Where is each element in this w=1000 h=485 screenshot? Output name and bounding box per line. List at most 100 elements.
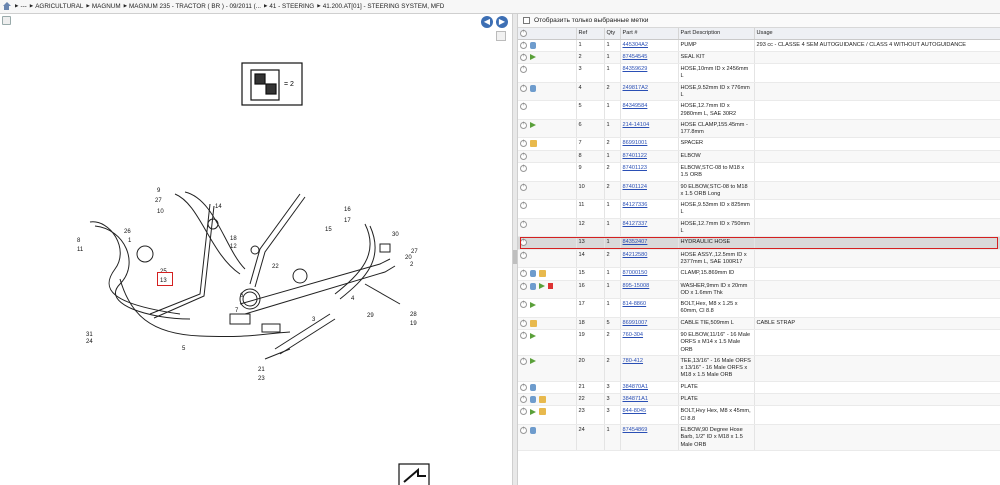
breadcrumb-item[interactable]: 41.200.AT[01] - STEERING SYSTEM, MFD	[317, 3, 445, 10]
table-row[interactable]: 202780-412TEE,13/16" - 16 Male ORFS x 13…	[518, 355, 1000, 382]
box-icon[interactable]	[539, 270, 546, 278]
part-number-link[interactable]: 86991001	[620, 137, 679, 151]
add-to-cart-icon[interactable]	[520, 331, 527, 339]
box-icon[interactable]	[539, 396, 546, 404]
part-number-link[interactable]: 87454869	[620, 424, 679, 451]
table-row[interactable]: 11445304A2PUMP293 cc - CLASSE 4 SEM AUTO…	[518, 39, 1000, 52]
part-number-link[interactable]: 87401123	[620, 162, 679, 182]
table-row[interactable]: 42249817A2HOSE,9.52mm ID x 776mm L	[518, 82, 1000, 102]
next-page-icon[interactable]	[398, 463, 430, 485]
table-row[interactable]: 213384870A1PLATE	[518, 381, 1000, 395]
part-number-link[interactable]: 84127337	[620, 218, 679, 238]
table-row[interactable]: 7286991001SPACER	[518, 137, 1000, 151]
table-row[interactable]: 1028740112490 ELBOW,STC-08 to M18 x 1.5 …	[518, 181, 1000, 201]
add-to-cart-icon[interactable]	[520, 139, 527, 148]
part-number-link[interactable]: 84349584	[620, 100, 679, 120]
part-number-link[interactable]: 87000150	[620, 267, 679, 281]
part-number-link[interactable]: 249817A2	[620, 82, 679, 102]
arrow-icon[interactable]	[530, 408, 536, 415]
arrow-icon[interactable]	[530, 358, 536, 365]
add-to-cart-icon[interactable]	[520, 65, 527, 74]
add-to-cart-icon[interactable]	[520, 183, 527, 191]
table-row[interactable]: 161895-15008WASHER,9mm ID x 20mm OD x 1.…	[518, 280, 1000, 300]
part-number-link[interactable]: 214-14104	[620, 119, 679, 139]
part-number-link[interactable]: 87454545	[620, 51, 679, 65]
part-number-link[interactable]: 84352407	[620, 236, 679, 250]
col-header-qty[interactable]: Qty	[604, 28, 621, 40]
hand-icon[interactable]	[530, 426, 536, 434]
part-number-link[interactable]: 87401124	[620, 181, 679, 201]
add-to-cart-icon[interactable]	[520, 102, 527, 111]
hand-icon[interactable]	[530, 270, 536, 278]
add-to-cart-icon[interactable]	[520, 41, 527, 49]
hand-icon[interactable]	[530, 84, 536, 92]
table-row[interactable]: 12184127337HOSE,12.7mm ID x 750mm L	[518, 218, 1000, 238]
part-number-link[interactable]: 84212580	[620, 249, 679, 269]
add-to-cart-icon[interactable]	[520, 269, 527, 278]
add-to-cart-icon[interactable]	[520, 357, 527, 365]
part-number-link[interactable]: 84359629	[620, 63, 679, 83]
add-to-cart-icon[interactable]	[520, 53, 527, 61]
table-row[interactable]: 192760-30490 ELBOW,11/16" - 16 Male ORFS…	[518, 329, 1000, 356]
breadcrumb-item[interactable]: MAGNUM	[86, 3, 121, 10]
hand-icon[interactable]	[530, 282, 536, 290]
add-to-cart-icon[interactable]	[520, 84, 527, 92]
add-to-cart-icon[interactable]	[520, 121, 527, 129]
part-number-link[interactable]: 814-8860	[620, 298, 679, 318]
hand-icon[interactable]	[530, 41, 536, 49]
part-number-link[interactable]: 780-412	[620, 355, 679, 382]
add-to-cart-icon[interactable]	[520, 300, 527, 309]
breadcrumb-item[interactable]: MAGNUM 235 - TRACTOR ( BR ) - 09/2011 (.…	[124, 3, 261, 10]
part-number-link[interactable]: 86991007	[620, 317, 679, 331]
highlighted-callout[interactable]	[157, 272, 173, 286]
table-row[interactable]: 2187454545SEAL KIT	[518, 51, 1000, 65]
box-icon[interactable]	[530, 140, 537, 148]
part-number-link[interactable]: 844-8045	[620, 405, 679, 425]
show-selected-checkbox[interactable]	[523, 17, 530, 24]
table-row[interactable]: 171814-8860BOLT,Hex, M8 x 1.25 x 60mm, C…	[518, 298, 1000, 318]
table-row[interactable]: 11184127336HOSE,9.53mm ID x 825mm L	[518, 199, 1000, 219]
home-icon[interactable]	[2, 2, 11, 11]
arrow-icon[interactable]	[530, 122, 536, 129]
part-number-link[interactable]: 84127336	[620, 199, 679, 219]
box-icon[interactable]	[539, 408, 546, 416]
part-number-link[interactable]: 760-304	[620, 329, 679, 356]
table-row[interactable]: 8187401122ELBOW	[518, 150, 1000, 164]
add-to-cart-icon[interactable]	[520, 395, 527, 404]
table-row[interactable]: 223384871A1PLATE	[518, 393, 1000, 407]
table-row[interactable]: 18586991007CABLE TIE,509mm LCABLE STRAP	[518, 317, 1000, 331]
col-header-desc[interactable]: Part Description	[678, 28, 755, 40]
add-to-cart-icon[interactable]	[520, 282, 527, 290]
add-to-cart-icon[interactable]	[520, 238, 527, 247]
doc-icon[interactable]	[548, 283, 553, 290]
table-row[interactable]: 14284212580HOSE ASSY.,12.5mm ID x 2377mm…	[518, 249, 1000, 269]
add-to-cart-icon[interactable]	[520, 383, 527, 391]
add-to-cart-icon[interactable]	[520, 319, 527, 327]
table-row[interactable]: 5184349584HOSE,12.7mm ID x 2980mm L, SAE…	[518, 100, 1000, 120]
col-header-ref[interactable]: Ref	[576, 28, 605, 40]
breadcrumb-item[interactable]: ---	[15, 3, 26, 10]
arrow-icon[interactable]	[530, 301, 536, 308]
table-row[interactable]: 13184352407HYDRAULIC HOSE	[518, 236, 1000, 250]
hand-icon[interactable]	[530, 396, 536, 404]
add-to-cart-icon[interactable]	[520, 426, 527, 434]
arrow-icon[interactable]	[539, 283, 545, 290]
add-to-cart-icon[interactable]	[520, 201, 527, 210]
box-icon[interactable]	[530, 319, 537, 327]
table-row[interactable]: 3184359629HOSE,10mm ID x 2456mm L	[518, 63, 1000, 83]
table-row[interactable]: 24187454869ELBOW,90 Degree Hose Barb, 1/…	[518, 424, 1000, 451]
part-number-link[interactable]: 895-15008	[620, 280, 679, 300]
breadcrumb-item[interactable]: AGRICULTURAL	[30, 3, 83, 10]
add-to-cart-icon[interactable]	[520, 152, 527, 160]
part-number-link[interactable]: 384870A1	[620, 381, 679, 395]
arrow-icon[interactable]	[530, 332, 536, 339]
add-to-cart-icon[interactable]	[520, 164, 527, 172]
add-to-cart-icon[interactable]	[520, 407, 527, 416]
table-row[interactable]: 15187000150CLAMP,15.869mm ID	[518, 267, 1000, 281]
part-number-link[interactable]: 87401122	[620, 150, 679, 164]
col-header-part[interactable]: Part #	[620, 28, 679, 40]
add-to-cart-icon[interactable]	[520, 251, 527, 259]
hand-icon[interactable]	[530, 383, 536, 391]
arrow-icon[interactable]	[530, 54, 536, 61]
col-header-usage[interactable]: Usage	[754, 28, 1000, 40]
